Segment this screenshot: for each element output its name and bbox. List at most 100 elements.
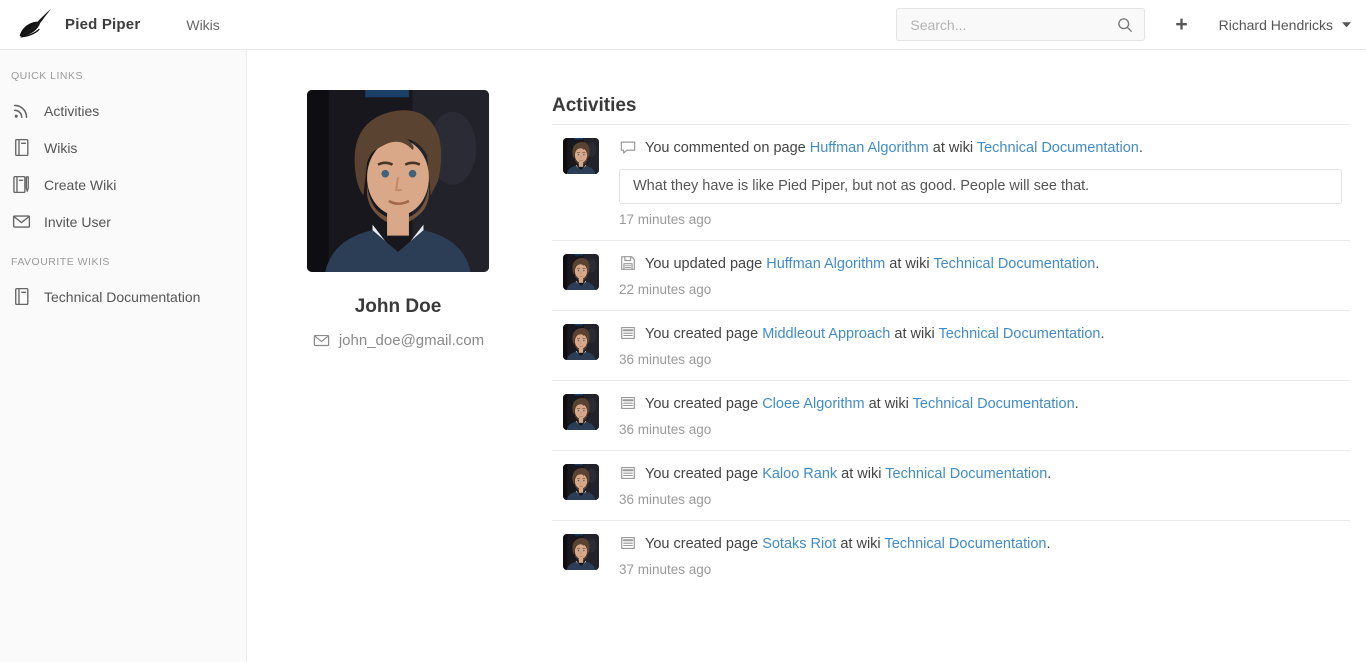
activity-connector: at wiki [885,256,934,272]
wiki-link[interactable]: Technical Documentation [913,396,1075,412]
avatar [563,138,599,174]
activity-action: You created page [645,466,763,482]
sidebar: QUICK LINKS Activities Wikis Create Wiki… [0,50,247,662]
activity-time: 22 minutes ago [619,282,712,297]
page-icon [619,394,637,412]
sidebar-item-activities[interactable]: Activities [0,92,246,129]
activity-time: 36 minutes ago [619,492,712,507]
quill-logo-icon [16,8,54,42]
search-input[interactable] [910,16,1117,33]
activity-action: You commented on page [645,140,810,156]
activity-action: You created page [645,536,763,552]
create-wiki-icon [11,174,32,195]
activity-text: You updated page Huffman Algorithm at wi… [619,254,1350,274]
avatar [563,534,599,570]
activity-connector: at wiki [928,140,977,156]
add-button[interactable]: + [1175,14,1187,35]
wiki-link[interactable]: Technical Documentation [977,140,1139,156]
chevron-down-icon [1342,21,1351,28]
sidebar-item-wikis[interactable]: Wikis [0,129,246,166]
search-box [896,8,1146,41]
wiki-icon [11,286,32,307]
sidebar-item-label: Activities [44,102,100,119]
activity-content: You created page Kaloo Rank at wiki Tech… [619,464,1350,507]
nav-link-wikis[interactable]: Wikis [186,17,219,33]
page-link[interactable]: Huffman Algorithm [766,256,885,272]
sidebar-item-create-wiki[interactable]: Create Wiki [0,166,246,203]
page-link[interactable]: Cloee Algorithm [762,396,864,412]
activities-panel: Activities You commented on page Huffman… [552,90,1350,590]
activity-row: You created page Middleout Approach at w… [552,310,1350,380]
activity-content: You created page Cloee Algorithm at wiki… [619,394,1350,437]
sidebar-item-label: Technical Documentation [44,288,201,305]
sidebar-item-invite-user[interactable]: Invite User [0,203,246,240]
sidebar-heading-quick-links: QUICK LINKS [11,70,84,82]
page-link[interactable]: Sotaks Riot [762,536,836,552]
activity-row: You created page Kaloo Rank at wiki Tech… [552,450,1350,520]
wiki-link[interactable]: Technical Documentation [885,466,1047,482]
activity-row: You created page Cloee Algorithm at wiki… [552,380,1350,450]
activity-action: You updated page [645,256,767,272]
activities-title: Activities [552,95,637,116]
activity-time: 36 minutes ago [619,422,712,437]
avatar [563,254,599,290]
comment-box: What they have is like Pied Piper, but n… [619,169,1342,204]
main-content: John Doe john_doe@gmail.com Activities Y… [247,50,1366,662]
avatar [563,464,599,500]
avatar [563,394,599,430]
activities-icon [11,100,32,121]
wiki-icon [11,137,32,158]
page-link[interactable]: Kaloo Rank [762,466,837,482]
activity-time: 17 minutes ago [619,212,712,227]
activity-action: You created page [645,396,763,412]
wiki-link[interactable]: Technical Documentation [933,256,1095,272]
user-name: Richard Hendricks [1218,16,1333,33]
activity-suffix: . [1047,466,1052,482]
top-navbar: Pied Piper Wikis + Richard Hendricks [0,0,1366,50]
page-icon [619,324,637,342]
profile-photo [307,90,489,272]
activity-text: You created page Kaloo Rank at wiki Tech… [619,464,1350,484]
sidebar-item-label: Wikis [44,139,78,156]
user-menu[interactable]: Richard Hendricks [1219,17,1351,33]
activity-connector: at wiki [837,466,886,482]
activity-content: You created page Middleout Approach at w… [619,324,1350,367]
sidebar-heading-favourite-wikis: FAVOURITE WIKIS [11,256,110,268]
page-link[interactable]: Middleout Approach [762,326,890,342]
search-icon[interactable] [1116,16,1134,34]
page-link[interactable]: Huffman Algorithm [810,140,929,156]
activity-connector: at wiki [890,326,939,342]
profile-email-row: john_doe@gmail.com [307,331,489,350]
body-wrap: QUICK LINKS Activities Wikis Create Wiki… [0,50,1366,662]
activity-suffix: . [1046,536,1051,552]
page-icon [619,534,637,552]
save-icon [619,254,637,272]
profile-name: John Doe [354,296,442,317]
activity-row: You created page Sotaks Riot at wiki Tec… [552,520,1350,590]
activity-time: 37 minutes ago [619,562,712,577]
activity-suffix: . [1100,326,1105,342]
brand-title: Pied Piper [65,16,141,33]
email-icon [312,331,331,350]
invite-user-icon [11,211,32,232]
activity-connector: at wiki [864,396,913,412]
sidebar-item-label: Invite User [44,213,111,230]
comment-icon [619,138,637,156]
avatar [563,324,599,360]
profile-email: john_doe@gmail.com [338,332,485,349]
wiki-link[interactable]: Technical Documentation [884,536,1046,552]
wiki-app: Pied Piper Wikis + Richard Hendricks QUI… [0,0,1366,662]
sidebar-item-label: Create Wiki [44,176,117,193]
activity-suffix: . [1138,140,1143,156]
activity-list: You commented on page Huffman Algorithm … [552,124,1350,590]
activity-suffix: . [1095,256,1100,272]
activity-text: You created page Middleout Approach at w… [619,324,1350,344]
sidebar-item-technical-documentation[interactable]: Technical Documentation [0,278,246,315]
activity-text: You created page Cloee Algorithm at wiki… [619,394,1350,414]
activity-text: You commented on page Huffman Algorithm … [619,138,1350,158]
wiki-link[interactable]: Technical Documentation [938,326,1100,342]
activity-time: 36 minutes ago [619,352,712,367]
navbar-right: + Richard Hendricks [896,8,1351,41]
activity-row: You updated page Huffman Algorithm at wi… [552,240,1350,310]
activity-content: You created page Sotaks Riot at wiki Tec… [619,534,1350,577]
